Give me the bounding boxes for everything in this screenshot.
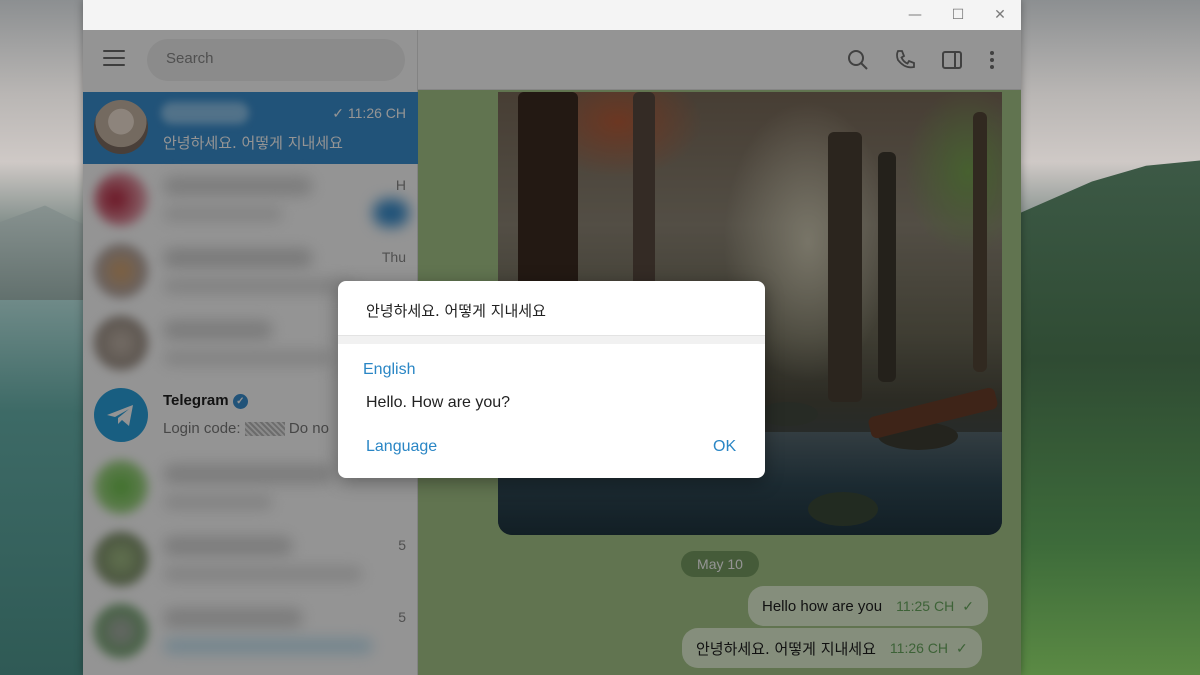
title-bar: — ☐ ✕ bbox=[83, 0, 1021, 30]
dialog-divider bbox=[338, 335, 765, 344]
translate-dialog: 안녕하세요. 어떻게 지내세요 English Hello. How are y… bbox=[338, 281, 765, 478]
wallpaper-mountain bbox=[1020, 160, 1200, 675]
ok-button[interactable]: OK bbox=[713, 438, 736, 456]
translated-text: Hello. How are you? bbox=[366, 394, 511, 411]
language-button[interactable]: Language bbox=[366, 438, 437, 456]
original-text: 안녕하세요. 어떻게 지내세요 bbox=[366, 302, 546, 320]
minimize-button[interactable]: — bbox=[895, 0, 935, 30]
maximize-button[interactable]: ☐ bbox=[938, 0, 978, 30]
target-language-label: English bbox=[363, 361, 416, 378]
close-window-button[interactable]: ✕ bbox=[980, 0, 1020, 30]
wallpaper-lake bbox=[0, 300, 90, 675]
